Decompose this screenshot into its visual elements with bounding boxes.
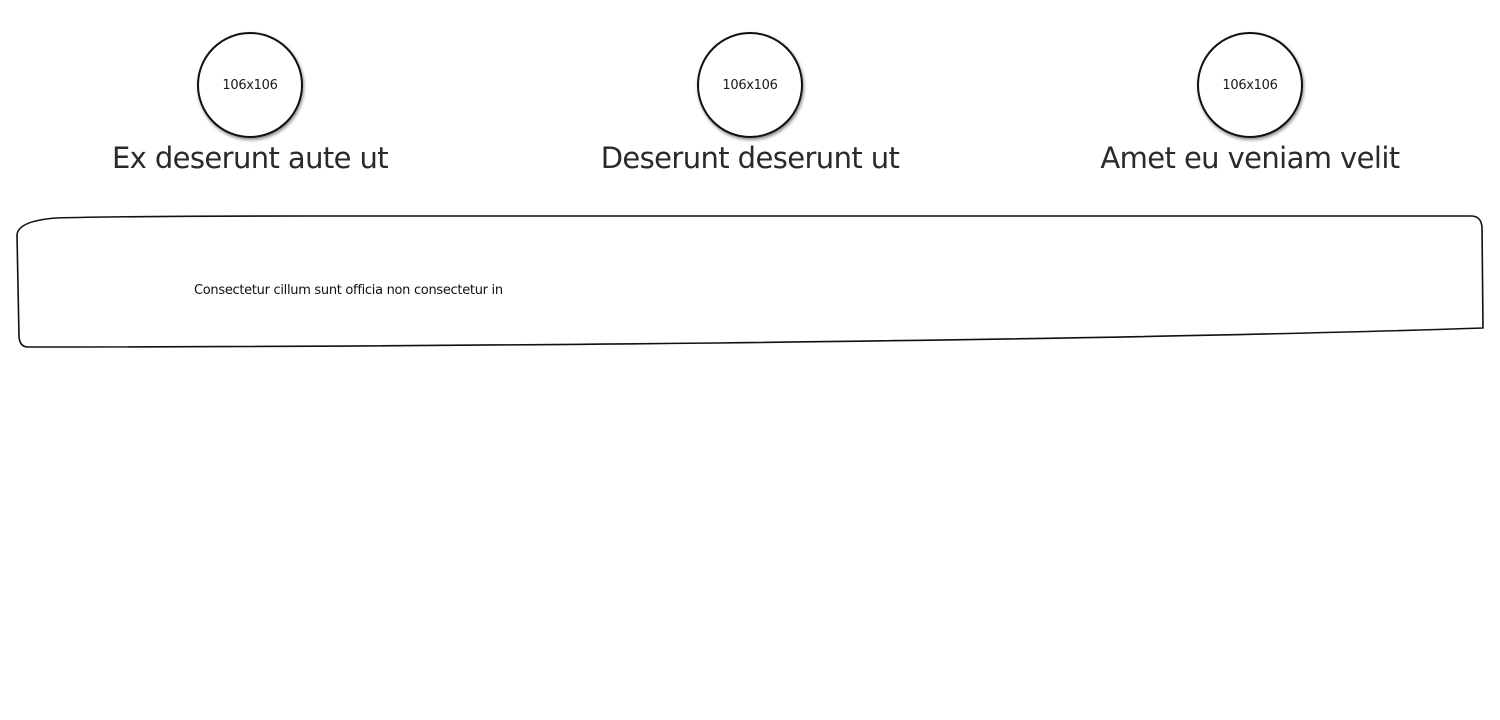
panel-text: Consectetur cillum sunt officia non cons…	[194, 283, 503, 298]
image-size-label: 106x106	[722, 77, 778, 93]
card-title: Ex deserunt aute ut	[111, 141, 389, 175]
avatar-image-placeholder: 106x106	[1197, 32, 1303, 138]
profile-card: 106x106 Deserunt deserunt ut	[500, 30, 1000, 180]
text-panel: Consectetur cillum sunt officia non cons…	[16, 215, 1486, 350]
profile-card: 106x106 Amet eu veniam velit	[1000, 30, 1500, 180]
image-size-label: 106x106	[222, 77, 278, 93]
card-title: Amet eu veniam velit	[1100, 141, 1400, 175]
image-size-label: 106x106	[1222, 77, 1278, 93]
card-title: Deserunt deserunt ut	[600, 141, 900, 175]
avatar-image-placeholder: 106x106	[197, 32, 303, 138]
avatar-image-placeholder: 106x106	[697, 32, 803, 138]
profile-card: 106x106 Ex deserunt aute ut	[0, 30, 500, 180]
